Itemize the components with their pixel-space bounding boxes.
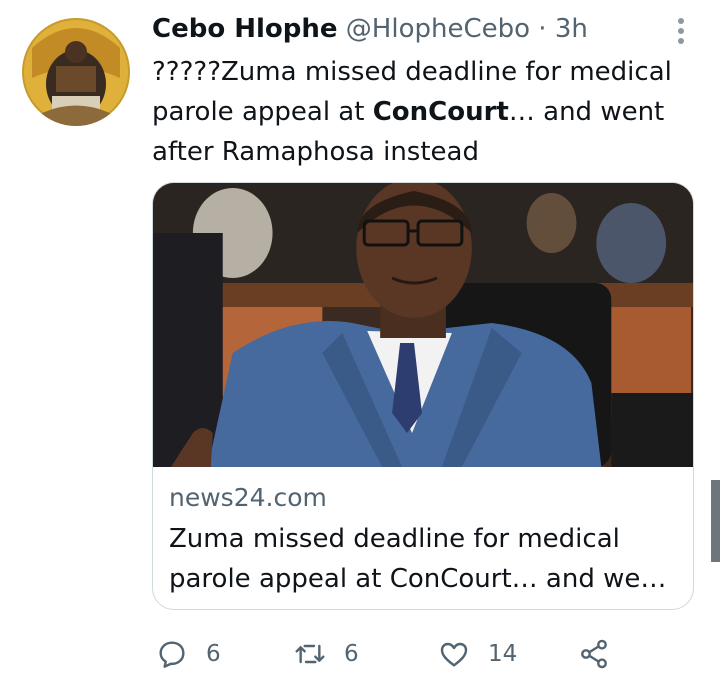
tweet-text-bold: ConCourt	[372, 97, 509, 127]
like-icon	[440, 642, 468, 667]
share-icon	[581, 639, 607, 669]
tweet-action-bar: 6 6 14	[152, 630, 622, 678]
separator-dot: ·	[538, 14, 547, 44]
share-button[interactable]	[578, 630, 610, 678]
tweet-time[interactable]: 3h	[555, 14, 588, 44]
avatar-image	[22, 18, 130, 126]
tweet-header: Cebo Hlophe @HlopheCebo · 3h	[152, 14, 588, 44]
retweet-icon	[295, 644, 325, 664]
link-card-title: Zuma missed deadline for medical parole …	[169, 524, 667, 594]
like-button[interactable]: 14	[438, 630, 517, 678]
reply-button[interactable]: 6	[156, 630, 221, 678]
author-name[interactable]: Cebo Hlophe	[152, 14, 338, 44]
link-card[interactable]: news24.com Zuma missed deadline for medi…	[152, 182, 694, 610]
like-count: 14	[488, 641, 518, 667]
retweet-button[interactable]: 6	[294, 630, 359, 678]
tweet-text: ?????Zuma missed deadline for medical pa…	[152, 52, 697, 172]
link-card-domain: news24.com	[169, 483, 327, 512]
avatar[interactable]	[22, 18, 130, 126]
link-card-image	[153, 183, 693, 467]
reply-icon	[159, 641, 185, 668]
author-handle[interactable]: @HlopheCebo	[346, 14, 530, 44]
retweet-count: 6	[344, 641, 359, 667]
more-vertical-icon[interactable]	[664, 14, 698, 50]
scrollbar-thumb[interactable]	[711, 480, 720, 562]
reply-count: 6	[206, 641, 221, 667]
